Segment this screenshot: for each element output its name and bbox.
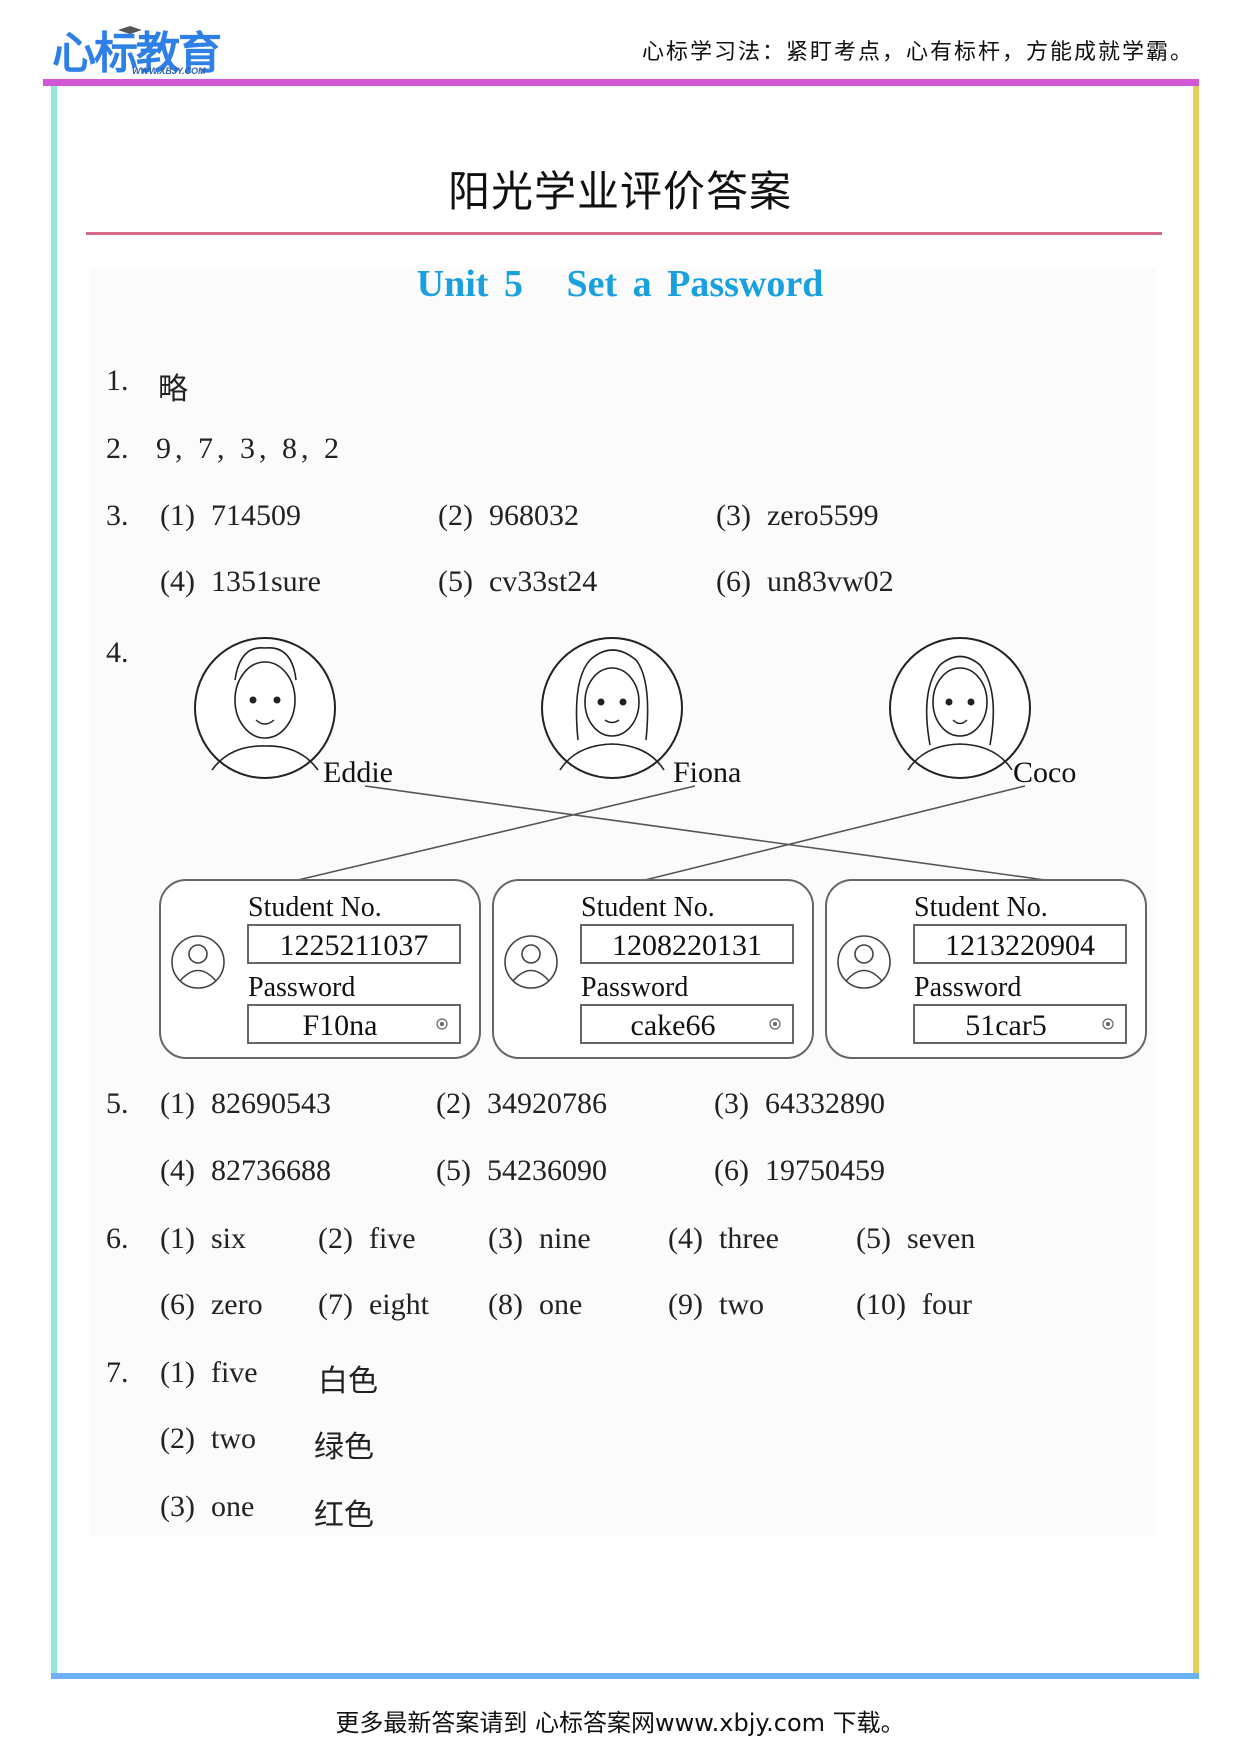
password-value: 51car5 (965, 1009, 1047, 1042)
avatar-coco (889, 637, 1031, 779)
item-label: (10) (856, 1288, 906, 1321)
password-label: Password (914, 972, 1021, 1003)
eye-icon-pupil (773, 1022, 777, 1026)
item-label: (3) (488, 1222, 523, 1255)
match-line-fiona (297, 785, 696, 881)
item-label: (2) (436, 1087, 471, 1120)
color-answer: 红色 (314, 1499, 374, 1532)
item-value: one (210, 1490, 255, 1523)
item-value: seven (906, 1222, 976, 1255)
answer-item: (5) 54236090 (436, 1154, 607, 1188)
color-answer: 绿色 (314, 1431, 374, 1464)
item-value: 82690543 (210, 1087, 331, 1120)
password-label: Password (248, 972, 355, 1003)
student-no-label: Student No. (248, 892, 382, 923)
item-label: (4) (668, 1222, 703, 1255)
answer-item: (1) five (160, 1356, 258, 1390)
item-value: one (538, 1288, 583, 1321)
answer-item: (6) zero (160, 1288, 263, 1322)
person-name-eddie: Eddie (323, 756, 393, 789)
answer-item: (2) five (318, 1222, 416, 1256)
answer-item: (7) eight (318, 1288, 429, 1322)
item-label: (6) (714, 1154, 749, 1187)
item-label: (1) (160, 1356, 195, 1389)
avatar-fiona (541, 637, 683, 779)
student-no-value: 1208220131 (612, 929, 762, 962)
answer-item: (6) 19750459 (714, 1154, 885, 1188)
item-value: three (718, 1222, 779, 1255)
answer-item: (3) one (160, 1490, 254, 1524)
item-label: (5) (436, 1154, 471, 1187)
student-no-label: Student No. (581, 892, 715, 923)
item-label: (1) (160, 1222, 195, 1255)
password-value: cake66 (631, 1009, 716, 1042)
item-value: 19750459 (764, 1154, 885, 1187)
item-label: (8) (488, 1288, 523, 1321)
eye-icon-pupil (440, 1022, 444, 1026)
login-card: Student No. 1213220904 Password 51car5 (825, 879, 1147, 1059)
color-answer: 白色 (318, 1365, 378, 1398)
question-6: 6. (1) six (2) five (3) nine (4) three (5) se… (0, 1222, 1240, 1342)
item-label: (3) (160, 1490, 195, 1523)
item-label: (5) (856, 1222, 891, 1255)
student-no-value: 1213220904 (945, 929, 1095, 962)
item-label: (9) (668, 1288, 703, 1321)
item-value: two (210, 1422, 256, 1455)
login-card: Student No. 1225211037 Password F10na (159, 879, 481, 1059)
item-value: five (368, 1222, 416, 1255)
person-name-fiona: Fiona (673, 756, 741, 789)
item-value: five (210, 1356, 258, 1389)
avatar-eddie (194, 637, 336, 779)
footer-download-note[interactable]: 更多最新答案请到 心标答案网www.xbjy.com 下载。 (0, 1703, 1240, 1738)
item-value: eight (368, 1288, 429, 1321)
question-number: 7. (106, 1356, 129, 1389)
answer-item: (1) six (160, 1222, 246, 1256)
item-label: (1) (160, 1087, 195, 1120)
answer-item: (10) four (856, 1288, 972, 1322)
answer-item: (3) nine (488, 1222, 591, 1256)
item-label: (2) (318, 1222, 353, 1255)
item-label: (6) (160, 1288, 195, 1321)
answer-item: (2) 34920786 (436, 1087, 607, 1121)
question-5: 5. (1) 82690543 (2) 34920786 (3) 64332890 (… (0, 1087, 1240, 1207)
item-value: 54236090 (486, 1154, 607, 1187)
item-label: (7) (318, 1288, 353, 1321)
item-value: nine (538, 1222, 591, 1255)
login-card: Student No. 1208220131 Password cake66 (492, 879, 814, 1059)
item-value: 34920786 (486, 1087, 607, 1120)
question-number: 6. (106, 1222, 129, 1255)
answer-item: (3) 64332890 (714, 1087, 885, 1121)
item-value: six (210, 1222, 246, 1255)
item-label: (2) (160, 1422, 195, 1455)
answer-item: (1) 82690543 (160, 1087, 331, 1121)
answer-item: (4) 82736688 (160, 1154, 331, 1188)
student-no-value: 1225211037 (280, 929, 429, 962)
password-label: Password (581, 972, 688, 1003)
answer-item: (5) seven (856, 1222, 975, 1256)
password-value: F10na (303, 1009, 378, 1042)
item-label: (3) (714, 1087, 749, 1120)
item-value: 82736688 (210, 1154, 331, 1187)
person-name-coco: Coco (1013, 756, 1076, 789)
item-value: four (921, 1288, 972, 1321)
eye-icon-pupil (1106, 1022, 1110, 1026)
student-no-label: Student No. (914, 892, 1048, 923)
answer-item: (8) one (488, 1288, 582, 1322)
question-number: 5. (106, 1087, 129, 1120)
item-value: 64332890 (764, 1087, 885, 1120)
item-value: two (718, 1288, 764, 1321)
answer-item: (9) two (668, 1288, 764, 1322)
item-value: zero (210, 1288, 263, 1321)
question-7: 7. (1) five 白色 (2) two 绿色 (3) one 红色 (0, 1356, 1240, 1556)
item-label: (4) (160, 1154, 195, 1187)
answer-item: (4) three (668, 1222, 779, 1256)
answer-item: (2) two (160, 1422, 256, 1456)
